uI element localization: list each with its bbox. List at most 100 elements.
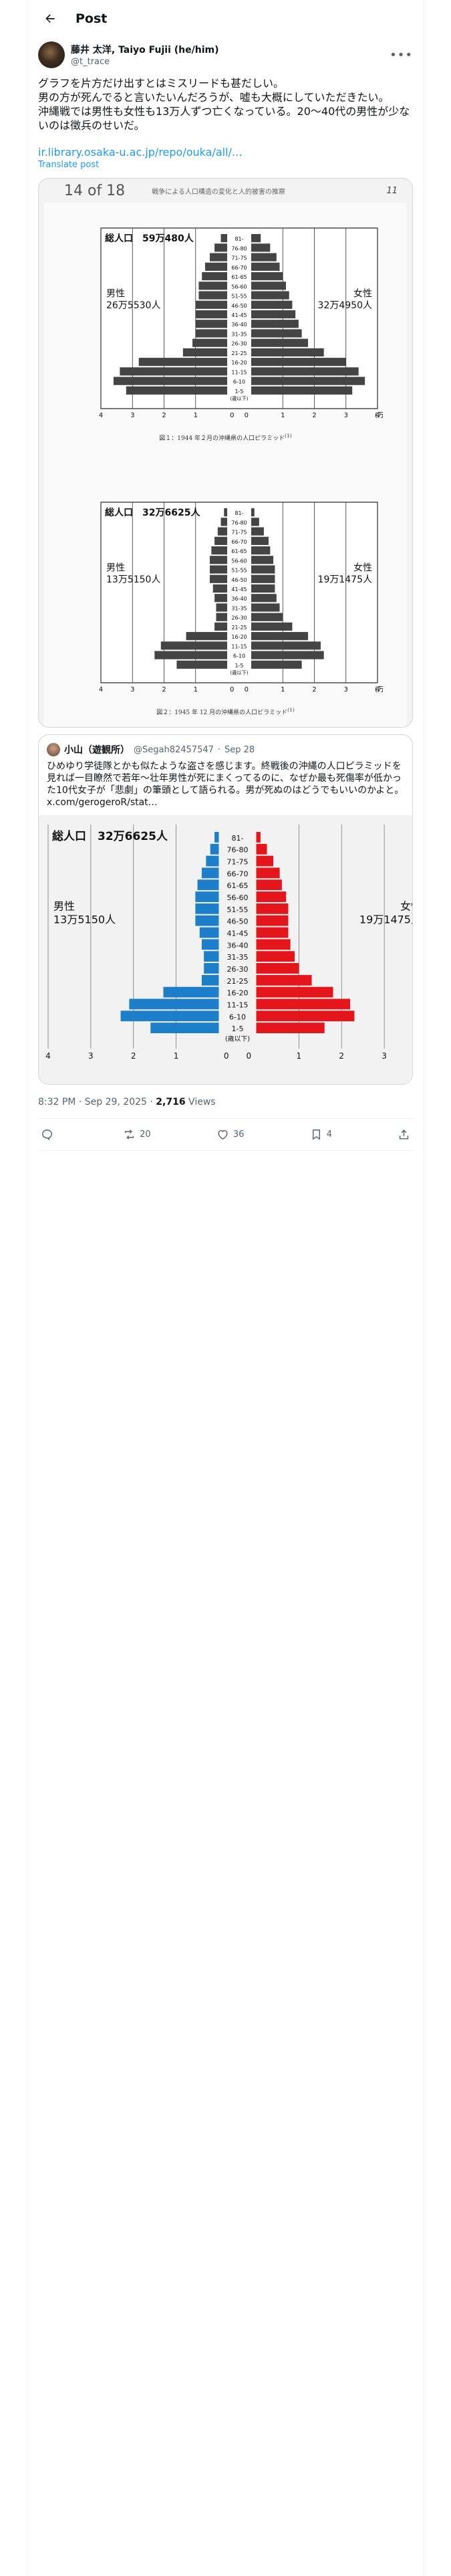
female-bar <box>251 291 289 300</box>
female-total-label: 32万4950人 <box>317 300 371 311</box>
bookmark-count: 4 <box>326 1130 332 1140</box>
age-tick-label: 76-80 <box>231 245 247 251</box>
quote-image[interactable]: 81- 76-80 71-75 66-70 61-65 56-60 51-55 46-50 41… <box>39 815 412 1084</box>
female-bar <box>256 951 295 962</box>
female-bar <box>256 1023 325 1033</box>
male-bar <box>217 527 227 536</box>
female-bar <box>251 613 283 621</box>
female-bar <box>251 338 308 347</box>
age-tick-label: 56-60 <box>231 284 247 290</box>
more-options-icon[interactable]: ••• <box>390 48 413 62</box>
page-title: Post <box>76 11 108 26</box>
male-bar <box>209 253 227 261</box>
male-bar <box>199 927 219 938</box>
figure-caption-ref: (1) <box>287 707 295 713</box>
female-total-label: 19万1475人 <box>317 574 371 585</box>
female-bar <box>251 300 292 309</box>
age-tick-label: 41-45 <box>231 586 247 593</box>
figure-caption-text: 図２：1945 年 12 月の沖縄県の人口ピラミッド <box>156 710 288 716</box>
total-population-label: 総人口 59万480人 <box>105 233 194 244</box>
male-bar <box>201 939 219 950</box>
female-bar <box>251 651 324 659</box>
quoted-tweet[interactable]: 小山（遊観所） @Segah82457547 · Sep 28 ひめゆり学徒隊と… <box>38 734 413 1085</box>
male-bar <box>129 998 219 1010</box>
quote-date: Sep 28 <box>224 744 255 755</box>
age-tick-label: 46-50 <box>231 577 247 583</box>
bookmark-icon <box>312 1130 320 1140</box>
page-number: 11 <box>386 185 398 196</box>
female-bar <box>251 243 270 252</box>
avatar[interactable] <box>38 41 65 68</box>
age-tick-label: 6-10 <box>229 1012 246 1021</box>
timestamp[interactable]: 8:32 PM · Sep 29, 2025 · <box>38 1097 156 1107</box>
like-button[interactable]: 36 <box>216 1128 244 1141</box>
quote-avatar <box>47 743 60 756</box>
document-page-header: 14 of 18 戦争による人口構造の変化と人的被害の推察 11 <box>39 179 412 199</box>
x-tick-label: 0 <box>244 412 248 419</box>
share-button[interactable] <box>398 1128 410 1141</box>
author-handle[interactable]: @t_trace <box>71 57 219 67</box>
x-tick-label: 3 <box>130 686 134 693</box>
age-tick-label: 51-55 <box>231 568 247 574</box>
x-tick-label: 2 <box>312 686 316 693</box>
attached-document-image[interactable]: 14 of 18 戦争による人口構造の変化と人的被害の推察 11 81- 76-8… <box>38 178 413 728</box>
age-tick-label: 1-5 <box>235 389 243 395</box>
age-tick-label: 66-70 <box>231 265 247 271</box>
age-tick-label: 66-70 <box>231 539 247 545</box>
total-population-label: 総人口 32万6625人 <box>52 829 168 843</box>
age-tick-label: 41-45 <box>231 312 247 318</box>
document-page: 81- 76-80 71-75 66-70 61-65 56-60 51-55 46-50 41… <box>44 203 407 727</box>
female-bar <box>251 377 365 385</box>
age-tick-label: 1-5 <box>232 1025 244 1033</box>
reply-button[interactable] <box>41 1128 57 1141</box>
male-bar <box>220 518 227 526</box>
female-bar <box>251 632 308 641</box>
x-tick-label: 2 <box>339 1051 344 1061</box>
y-axis-label: (歳以下) <box>230 670 248 676</box>
tweet-link[interactable]: ir.library.osaka-u.ac.jp/repo/ouka/all/… <box>38 146 413 158</box>
repost-button[interactable]: 20 <box>123 1128 151 1141</box>
x-tick-label: 0 <box>224 1051 229 1061</box>
age-tick-label: 46-50 <box>231 303 247 309</box>
female-total-label: 女性 <box>353 288 372 300</box>
female-bar <box>251 234 261 243</box>
views-count: 2,716 <box>156 1097 186 1107</box>
age-tick-label: 36-40 <box>227 941 249 950</box>
repost-icon <box>125 1130 134 1140</box>
author-name[interactable]: 藤井 太洋, Taiyo Fujii (he/him) <box>71 43 219 56</box>
y-axis-label: (歳以下) <box>225 1035 250 1043</box>
translate-post-link[interactable]: Translate post <box>38 160 413 170</box>
age-tick-label: 51-55 <box>227 905 249 914</box>
age-tick-label: 1-5 <box>235 663 243 669</box>
male-bar <box>160 641 227 650</box>
female-bar <box>251 641 321 650</box>
male-bar <box>119 367 227 376</box>
x-tick-label: 4 <box>98 412 102 419</box>
female-bar <box>251 348 324 357</box>
female-bar <box>251 367 359 376</box>
female-bar <box>251 622 292 631</box>
figure-caption-text: 図１：1944 年２月の沖縄県の人口ピラミッド <box>159 435 285 442</box>
male-bar <box>204 963 219 974</box>
x-tick-label: 3 <box>130 412 134 419</box>
male-bar <box>195 300 227 309</box>
male-bar <box>195 891 219 902</box>
male-bar <box>198 282 227 290</box>
male-total-label: 男性 <box>106 289 125 300</box>
male-bar <box>195 903 219 914</box>
male-total-label: 13万5150人 <box>106 574 160 585</box>
back-arrow-icon[interactable] <box>38 7 62 31</box>
age-tick-label: 81- <box>235 510 243 516</box>
figure-caption-ref: (1) <box>285 433 292 439</box>
main-column: Post 藤井 太洋, Taiyo Fujii (he/him) @t_trac… <box>27 0 424 2576</box>
female-bar <box>251 329 302 338</box>
male-bar <box>195 320 227 328</box>
bookmark-button[interactable]: 4 <box>310 1128 332 1141</box>
male-bar <box>215 613 227 621</box>
age-tick-label: 71-75 <box>227 858 249 867</box>
x-axis-unit-label: (万人) <box>375 411 383 419</box>
figure-caption-2: 図２：1945 年 12 月の沖縄県の人口ピラミッド(1) <box>44 707 407 716</box>
male-bar <box>212 584 227 593</box>
male-total-label: 男性 <box>106 563 125 574</box>
age-tick-label: 61-65 <box>231 274 247 280</box>
